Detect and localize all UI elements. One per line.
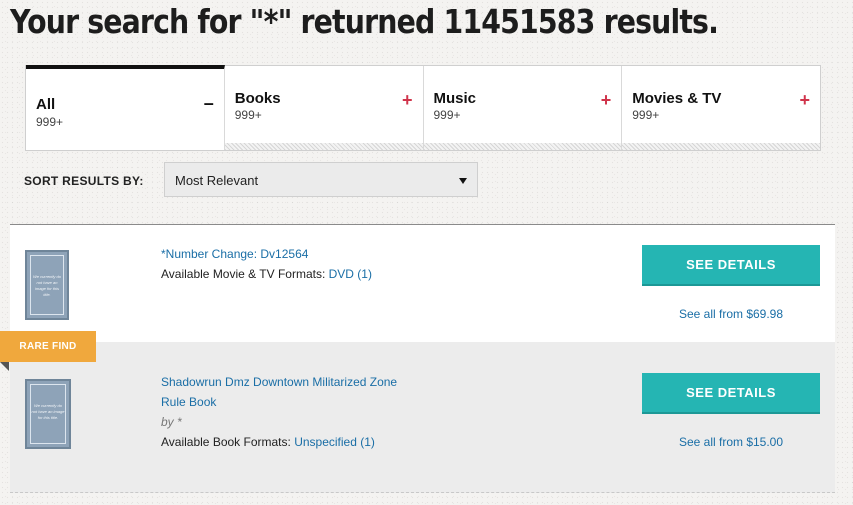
see-details-button[interactable]: SEE DETAILS [642,373,820,414]
page-title: Your search for "*" returned 11451583 re… [10,2,719,41]
author-byline: by * [161,415,182,429]
tab-hatch [423,143,622,150]
tab-hatch [622,143,820,150]
expand-icon[interactable]: + [402,90,413,111]
cover-placeholder-text: We currently do not have an image for th… [30,255,64,315]
tab-music[interactable]: Music 999+ + [423,66,623,150]
format-link[interactable]: Unspecified (1) [294,435,375,449]
formats-label: Available Movie & TV Formats: [161,267,326,281]
sort-value: Most Relevant [175,173,259,188]
tab-label: Music [433,90,477,107]
tab-books[interactable]: Books 999+ + [224,66,424,150]
tab-hatch [224,143,423,150]
sort-label: SORT RESULTS BY: [24,174,144,188]
tab-count: 999+ [632,108,660,122]
result-title-link[interactable]: Shadowrun Dmz Downtown Militarized Zone … [161,372,421,412]
result-item: We currently do not have an image for th… [10,342,835,493]
chevron-down-icon [459,178,467,184]
tab-all[interactable]: All 999+ – [26,65,225,150]
cover-placeholder-text: We currently do not have an image for th… [30,384,66,444]
sort-select[interactable]: Most Relevant [164,162,478,197]
available-formats: Available Movie & TV Formats: DVD (1) [161,264,372,284]
tab-count: 999+ [234,108,262,122]
tab-movies-tv[interactable]: Movies & TV 999+ + [622,66,820,150]
available-formats: Available Book Formats: Unspecified (1) [161,432,375,452]
result-item: We currently do not have an image for th… [10,225,835,342]
tab-label: Movies & TV [632,90,722,107]
formats-label: Available Book Formats: [161,435,291,449]
result-title-link[interactable]: *Number Change: Dv12564 [161,244,308,264]
tab-label: All [36,96,56,113]
see-all-link[interactable]: See all from $15.00 [642,435,820,449]
see-details-button[interactable]: SEE DETAILS [642,245,820,286]
tab-label: Books [234,90,281,107]
cover-placeholder-image[interactable]: We currently do not have an image for th… [25,250,69,320]
collapse-icon[interactable]: – [204,93,214,114]
format-link[interactable]: DVD (1) [329,267,372,281]
see-all-link[interactable]: See all from $69.98 [642,307,820,321]
badge-fold [0,362,9,371]
rare-find-badge: RARE FIND [0,331,96,362]
cover-placeholder-image[interactable]: We currently do not have an image for th… [25,379,71,449]
category-tabs: All 999+ – Books 999+ + Music 999+ + Mov… [25,65,821,151]
expand-icon[interactable]: + [799,90,810,111]
tab-count: 999+ [36,115,64,129]
expand-icon[interactable]: + [601,90,612,111]
tab-count: 999+ [433,108,461,122]
